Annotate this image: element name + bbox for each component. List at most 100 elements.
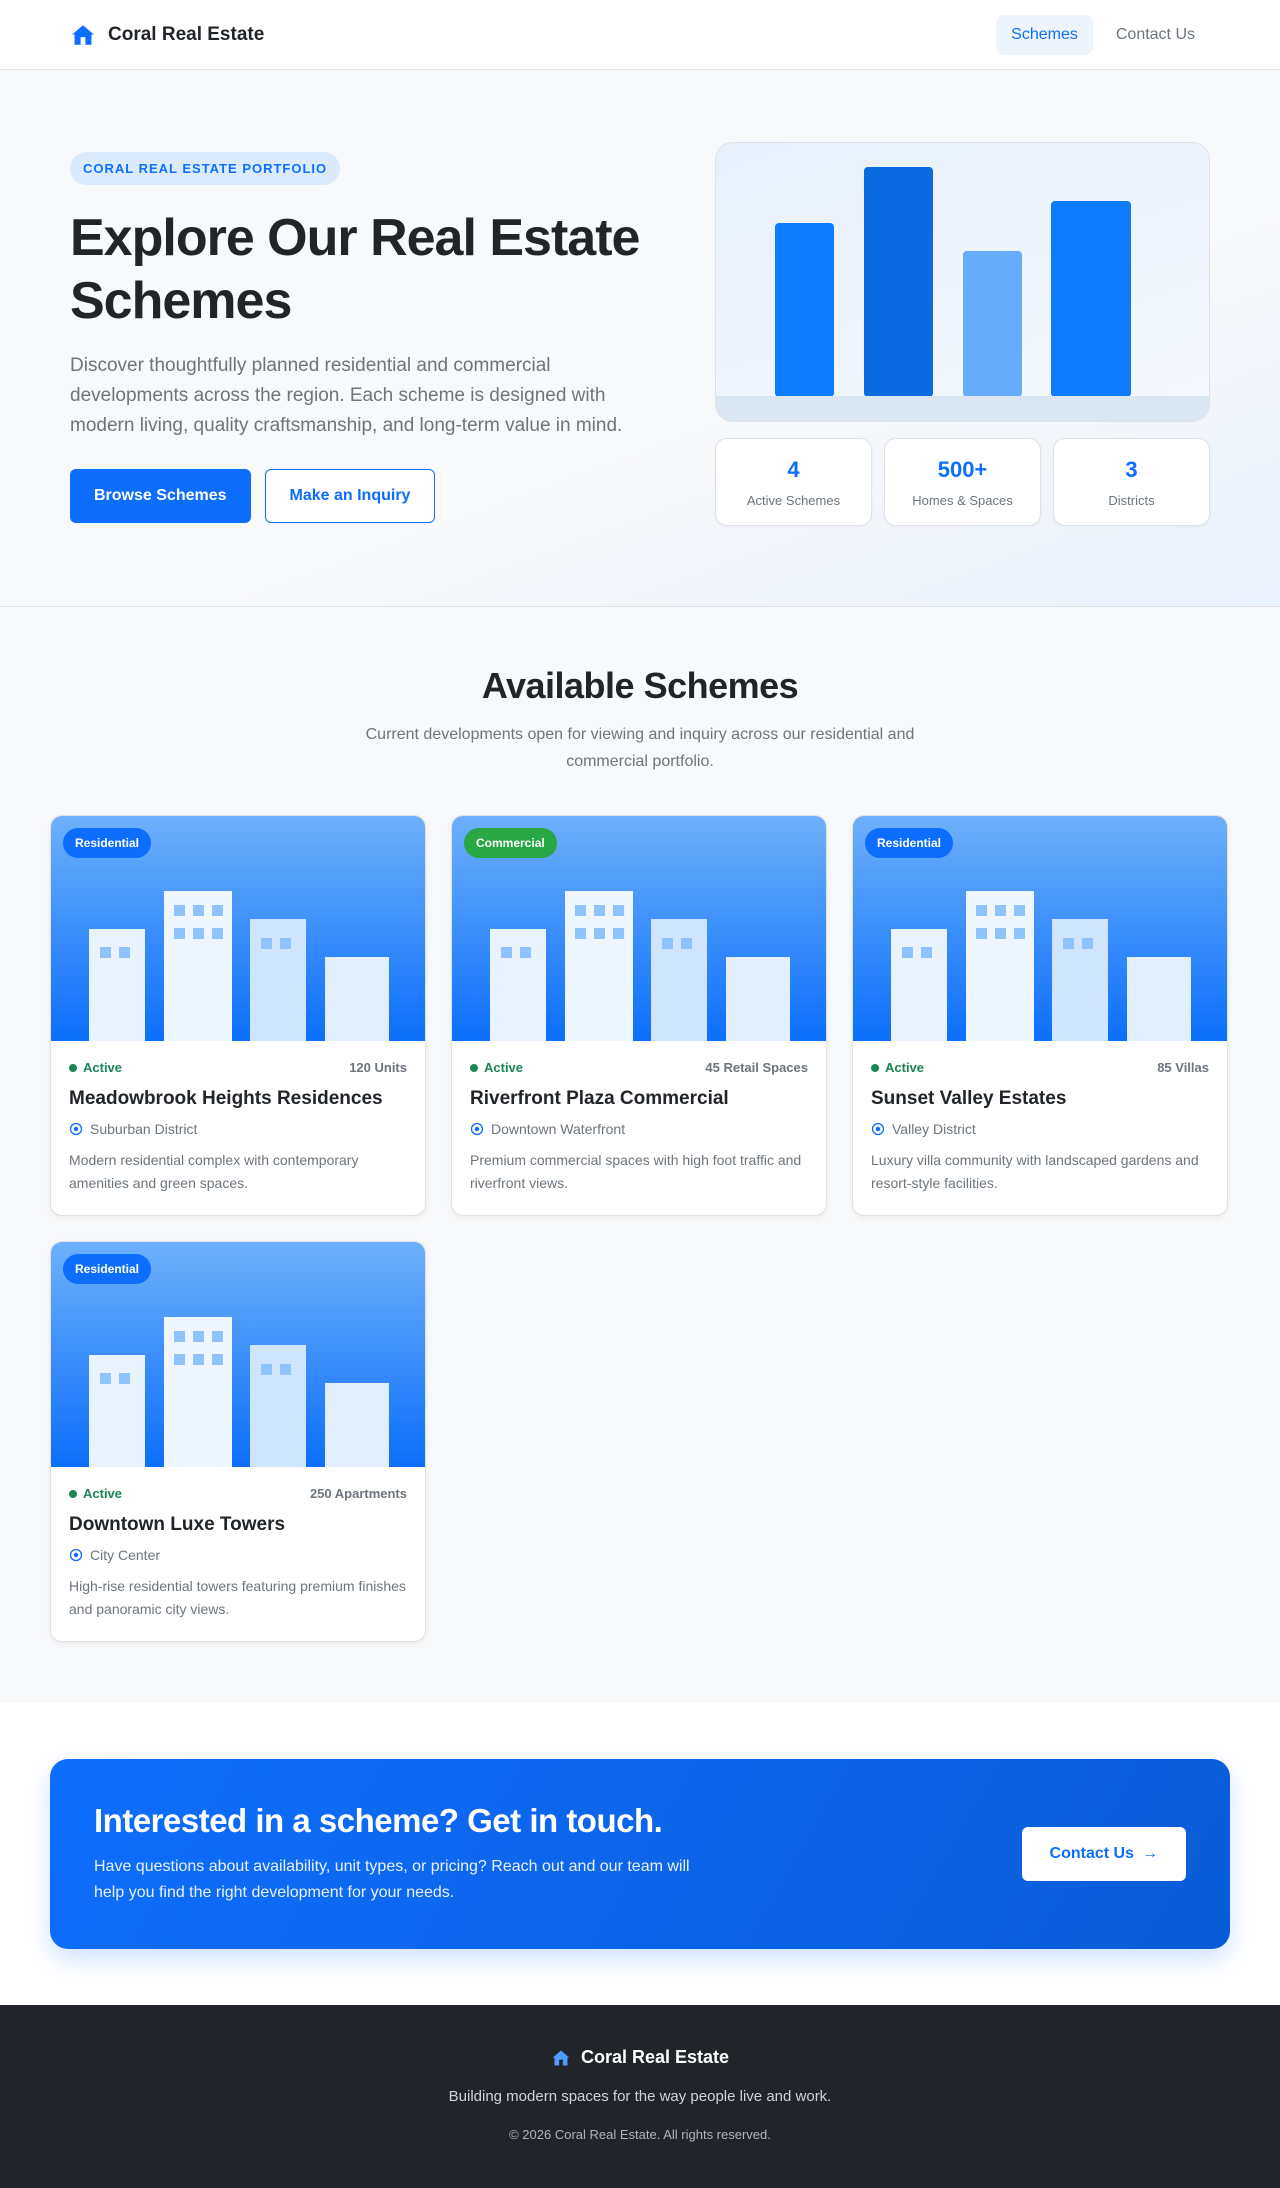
scheme-title: Meadowbrook Heights Residences [69,1088,383,1109]
category-tag: Residential [63,828,152,858]
scheme-card[interactable]: Residential Active 120 Units Meadowbrook… [50,815,426,1216]
main-nav: Schemes Contact Us [996,14,1210,55]
location-text: City Center [90,1547,161,1563]
stat-label: Active Schemes [746,493,841,508]
contact-us-label: Contact Us [1049,1845,1134,1862]
status-badge: Active [69,1486,122,1501]
category-tag: Residential [865,828,954,858]
units-count: 45 Retail Spaces [705,1060,808,1075]
cta-text: Have questions about availability, unit … [94,1858,690,1901]
stat-card: 4 Active Schemes [715,438,872,526]
buildings-illustration [891,891,1191,1041]
hero-section: CORAL REAL ESTATE PORTFOLIO Explore Our … [0,70,1280,607]
footer-tagline: Building modern spaces for the way peopl… [448,2088,832,2105]
scheme-card[interactable]: Residential Active 250 Apartments Downto… [50,1241,426,1642]
brand-name: Coral Real Estate [108,23,265,45]
scheme-meta: Active 120 Units [69,1060,407,1075]
stat-value: 4 [787,457,800,482]
location-pin-icon [69,1548,83,1562]
scheme-description: Luxury villa community with landscaped g… [871,1152,1199,1191]
scheme-card-body: Active 250 Apartments Downtown Luxe Towe… [51,1467,425,1621]
hero-actions: Browse Schemes Make an Inquiry [70,469,670,523]
location-text: Valley District [892,1121,976,1137]
house-icon [552,2050,570,2065]
status-dot-icon [871,1063,879,1072]
bar-illustration [716,167,1209,421]
units-count: 250 Apartments [309,1486,407,1501]
hero-badge: CORAL REAL ESTATE PORTFOLIO [70,152,341,185]
hero-content: CORAL REAL ESTATE PORTFOLIO Explore Our … [70,70,670,606]
footer-brand-name: Coral Real Estate [580,2047,730,2067]
browse-schemes-button[interactable]: Browse Schemes [70,469,251,523]
units-count: 120 Units [349,1060,407,1075]
schemes-grid: Residential Active 120 Units Meadowbrook… [50,815,1280,1642]
stat-value: 3 [1125,457,1138,482]
scheme-card-body: Active 120 Units Meadowbrook Heights Res… [51,1041,425,1195]
cta-section: Interested in a scheme? Get in touch. Ha… [0,1703,1280,2005]
site-footer: Coral Real Estate Building modern spaces… [0,2005,1280,2188]
scheme-description: Modern residential complex with contempo… [69,1152,359,1191]
scheme-card[interactable]: Commercial Active 45 Retail Spaces River… [451,815,827,1216]
scheme-title: Sunset Valley Estates [871,1088,1067,1109]
scheme-meta: Active 250 Apartments [69,1486,407,1501]
illustration-bar-3 [963,251,1022,397]
nav-item-schemes[interactable]: Schemes [996,14,1093,55]
status-text: Active [83,1060,123,1075]
buildings-illustration [490,891,790,1041]
scheme-card[interactable]: Residential Active 85 Villas Sunset Vall… [852,815,1228,1216]
scheme-card-body: Active 85 Villas Sunset Valley Estates V… [853,1041,1227,1195]
stat-card: 500+ Homes & Spaces [884,438,1041,526]
cta-banner: Interested in a scheme? Get in touch. Ha… [50,1759,1230,1949]
scheme-description: High-rise residential towers featuring p… [69,1578,406,1617]
scheme-location: City Center [69,1547,407,1563]
make-inquiry-button[interactable]: Make an Inquiry [264,469,436,523]
scheme-image: Residential [853,816,1227,1041]
stat-value: 500+ [937,457,988,482]
hero-illustration [715,142,1210,422]
stat-card: 3 Districts [1053,438,1210,526]
scheme-image: Commercial [452,816,826,1041]
illustration-bar-1 [775,223,834,397]
hero-visual: 4 Active Schemes 500+ Homes & Spaces 3 D… [715,142,1210,526]
section-subtitle: Current developments open for viewing an… [365,726,915,770]
cta-title: Interested in a scheme? Get in touch. [94,1802,663,1839]
status-badge: Active [470,1060,523,1075]
status-dot-icon [470,1063,478,1072]
category-tag: Residential [63,1254,152,1284]
scheme-meta: Active 85 Villas [871,1060,1209,1075]
category-tag: Commercial [464,828,557,858]
status-dot-icon [69,1063,77,1072]
scheme-title: Downtown Luxe Towers [69,1514,286,1535]
scheme-card-body: Active 45 Retail Spaces Riverfront Plaza… [452,1041,826,1195]
scheme-image: Residential [51,816,425,1041]
brand[interactable]: Coral Real Estate [70,22,264,48]
hero-description: Discover thoughtfully planned residentia… [70,355,623,436]
status-dot-icon [69,1489,77,1498]
illustration-bar-2 [864,167,933,397]
buildings-illustration [89,1317,389,1467]
location-pin-icon [470,1122,484,1136]
arrow-right-icon: → [1142,1845,1158,1862]
section-title: Available Schemes [481,665,799,706]
scheme-meta: Active 45 Retail Spaces [470,1060,808,1075]
house-icon [72,24,94,45]
site-header: Coral Real Estate Schemes Contact Us [0,0,1280,70]
scheme-description: Premium commercial spaces with high foot… [470,1152,802,1191]
status-badge: Active [69,1060,122,1075]
location-pin-icon [871,1122,885,1136]
hero-title: Explore Our Real Estate Schemes [70,209,640,330]
footer-copyright: © 2026 Coral Real Estate. All rights res… [509,2127,771,2142]
cta-content: Interested in a scheme? Get in touch. Ha… [94,1802,724,1906]
stat-label: Homes & Spaces [912,493,1013,508]
scheme-title: Riverfront Plaza Commercial [470,1088,729,1109]
scheme-location: Downtown Waterfront [470,1121,808,1137]
scheme-image: Residential [51,1242,425,1467]
hero-stats: 4 Active Schemes 500+ Homes & Spaces 3 D… [715,438,1210,526]
location-pin-icon [69,1122,83,1136]
status-badge: Active [871,1060,924,1075]
status-text: Active [83,1486,123,1501]
contact-us-button[interactable]: Contact Us → [1021,1827,1186,1881]
nav-item-contact-us[interactable]: Contact Us [1101,15,1210,55]
scheme-location: Valley District [871,1121,1209,1137]
units-count: 85 Villas [1157,1060,1209,1075]
